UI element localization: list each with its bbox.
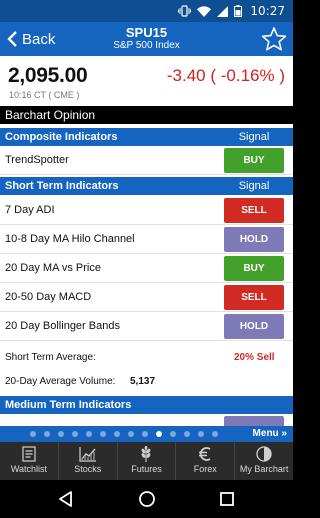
- average-value: 20% Sell: [234, 352, 275, 363]
- indicator-row: 20 Day MA vs Price BUY: [0, 254, 293, 283]
- page-dot[interactable]: [114, 431, 120, 437]
- section-title: Medium Term Indicators: [5, 399, 132, 411]
- section-title: Composite Indicators: [5, 131, 118, 143]
- medium-term-section-header: Medium Term Indicators: [0, 396, 293, 414]
- quote-timestamp: 10:16 CT ( CME ): [9, 90, 80, 100]
- signal-button-partial[interactable]: [224, 416, 284, 426]
- opinion-title: Barchart Opinion: [0, 106, 293, 124]
- header-title: SPU15 S&P 500 Index: [80, 25, 213, 52]
- signal-button[interactable]: BUY: [224, 148, 284, 173]
- average-label: Short Term Average:: [5, 352, 96, 363]
- last-price: 2,095.00: [8, 64, 88, 87]
- nav-forex[interactable]: Forex: [176, 442, 236, 480]
- page-dot[interactable]: [100, 431, 106, 437]
- page-dot[interactable]: [198, 431, 204, 437]
- price-change: -3.40 ( -0.16% ): [166, 66, 285, 85]
- system-home-icon[interactable]: [137, 489, 157, 509]
- quote-panel: 2,095.00 -3.40 ( -0.16% ) 10:16 CT ( CME…: [0, 56, 293, 106]
- euro-icon: [199, 447, 211, 461]
- indicator-label: 7 Day ADI: [5, 204, 55, 216]
- stocks-chart-icon: [79, 447, 96, 462]
- nav-label: Watchlist: [10, 464, 47, 474]
- favorite-star-icon[interactable]: [261, 26, 287, 52]
- indicator-label: TrendSpotter: [5, 154, 69, 166]
- composite-section-header: Composite Indicators Signal: [0, 128, 293, 146]
- page-dot[interactable]: [156, 431, 162, 437]
- watchlist-icon: [22, 446, 36, 462]
- page-dot[interactable]: [58, 431, 64, 437]
- symbol-code: SPU15: [125, 25, 168, 40]
- nav-stocks[interactable]: Stocks: [59, 442, 118, 480]
- page-dot[interactable]: [212, 431, 218, 437]
- page-dot[interactable]: [170, 431, 176, 437]
- wheat-icon: [142, 446, 151, 462]
- barchart-logo-icon: [256, 446, 272, 462]
- battery-icon: [234, 5, 243, 17]
- symbol-name: S&P 500 Index: [113, 40, 180, 51]
- signal-button[interactable]: SELL: [224, 285, 284, 310]
- chevron-left-icon: [7, 31, 17, 47]
- signal-button[interactable]: BUY: [224, 256, 284, 281]
- volume-value: 5,137: [130, 376, 156, 387]
- signal-icon: [217, 5, 229, 17]
- nav-futures[interactable]: Futures: [118, 442, 177, 480]
- indicators-list[interactable]: Composite Indicators Signal TrendSpotter…: [0, 124, 293, 426]
- vibrate-icon: [178, 5, 192, 17]
- page-dot[interactable]: [142, 431, 148, 437]
- nav-label: Futures: [131, 464, 162, 474]
- indicator-label: 10-8 Day MA Hilo Channel: [5, 233, 135, 245]
- indicator-row: 20 Day Bollinger Bands HOLD: [0, 312, 293, 341]
- indicator-row: TrendSpotter BUY: [0, 146, 293, 175]
- volume-label: 20-Day Average Volume:: [5, 376, 116, 387]
- nav-label: Stocks: [74, 464, 102, 474]
- page-dots: [30, 431, 218, 437]
- nav-label: My Barchart: [239, 464, 289, 474]
- page-dot[interactable]: [184, 431, 190, 437]
- page-indicator-bar: Menu »: [0, 426, 293, 442]
- page-dot[interactable]: [128, 431, 134, 437]
- signal-button[interactable]: SELL: [224, 198, 284, 223]
- short-term-section-header: Short Term Indicators Signal: [0, 177, 293, 195]
- nav-label: Forex: [193, 464, 217, 474]
- average-volume-row: 20-Day Average Volume: 5,137: [0, 369, 293, 393]
- indicator-label: 20 Day Bollinger Bands: [5, 320, 120, 332]
- menu-link[interactable]: Menu »: [253, 428, 287, 439]
- back-button[interactable]: Back: [6, 28, 55, 50]
- page-dot[interactable]: [44, 431, 50, 437]
- indicator-row: 10-8 Day MA Hilo Channel HOLD: [0, 225, 293, 254]
- signal-button[interactable]: HOLD: [224, 314, 284, 339]
- indicator-label: 20-50 Day MACD: [5, 291, 92, 303]
- status-icons: 10:27: [178, 4, 285, 18]
- system-nav-bar: [0, 480, 293, 518]
- short-term-average-row: Short Term Average: 20% Sell: [0, 345, 293, 369]
- nav-my-barchart[interactable]: My Barchart: [235, 442, 293, 480]
- signal-column-header: Signal: [238, 131, 270, 143]
- wifi-icon: [197, 5, 212, 17]
- indicator-row: 20-50 Day MACD SELL: [0, 283, 293, 312]
- signal-button[interactable]: HOLD: [224, 227, 284, 252]
- bottom-nav: Watchlist Stocks Futures Forex My Barcha…: [0, 442, 293, 480]
- page-dot[interactable]: [72, 431, 78, 437]
- status-bar: 10:27: [0, 0, 293, 22]
- indicator-row: 7 Day ADI SELL: [0, 196, 293, 225]
- section-title: Short Term Indicators: [5, 180, 119, 192]
- nav-watchlist[interactable]: Watchlist: [0, 442, 59, 480]
- page-dot[interactable]: [30, 431, 36, 437]
- back-label: Back: [22, 30, 56, 48]
- indicator-label: 20 Day MA vs Price: [5, 262, 101, 274]
- system-back-icon[interactable]: [56, 489, 76, 509]
- page-dot[interactable]: [86, 431, 92, 437]
- system-recents-icon[interactable]: [217, 489, 237, 509]
- signal-column-header: Signal: [238, 180, 270, 192]
- app-header: Back SPU15 S&P 500 Index: [0, 22, 293, 56]
- status-time: 10:27: [250, 4, 285, 18]
